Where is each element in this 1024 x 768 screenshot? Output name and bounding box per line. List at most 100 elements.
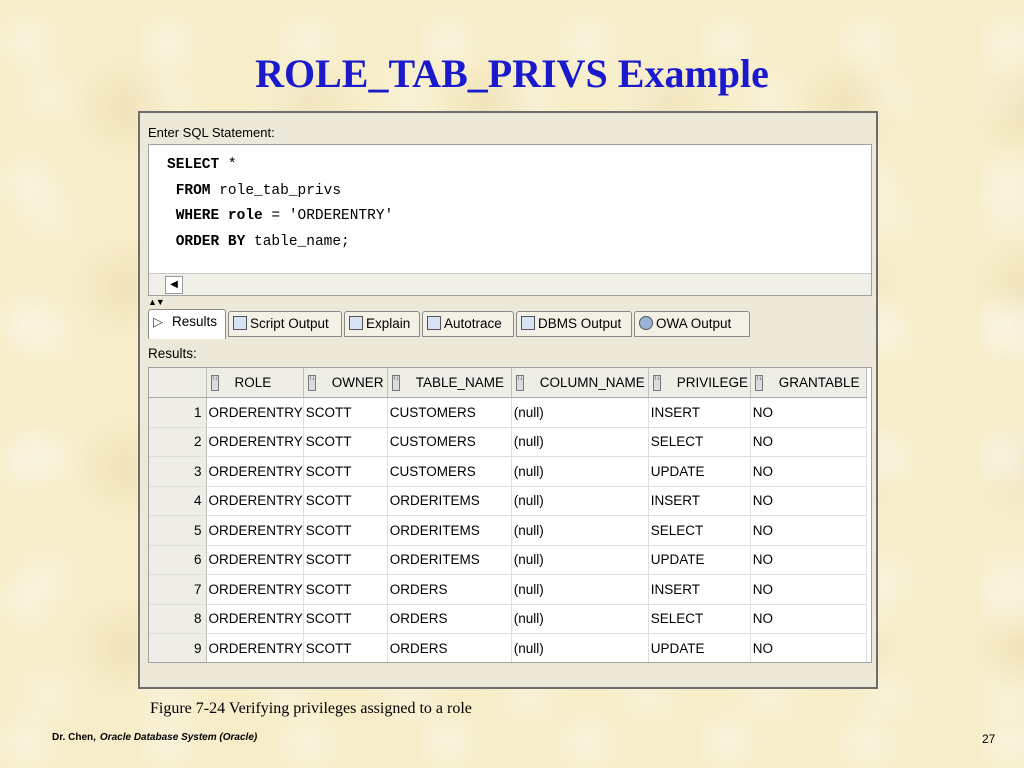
table-cell[interactable]: SELECT: [648, 427, 751, 457]
table-cell[interactable]: ORDERENTRY: [206, 545, 304, 575]
table-cell[interactable]: (null): [511, 604, 649, 634]
table-row[interactable]: 7 ORDERENTRY SCOTT ORDERS (null) INSERT NO: [149, 574, 867, 605]
table-cell[interactable]: SCOTT: [303, 456, 388, 487]
column-header[interactable]: ↑↓ GRANTABLE: [750, 368, 867, 398]
results-grid[interactable]: ↑↓ ROLE ↑↓ OWNER ↑↓ TABLE_NAME ↑↓ COLUMN_NAM…: [148, 367, 872, 663]
table-cell[interactable]: SELECT: [648, 515, 751, 546]
column-header[interactable]: ↑↓ ROLE: [206, 368, 304, 398]
table-cell[interactable]: CUSTOMERS: [387, 427, 512, 457]
table-row[interactable]: 9 ORDERENTRY SCOTT ORDERS (null) UPDATE NO: [149, 633, 867, 662]
table-cell[interactable]: (null): [511, 456, 649, 487]
table-cell[interactable]: NO: [750, 515, 867, 546]
table-cell[interactable]: SCOTT: [303, 427, 388, 457]
row-number[interactable]: 6: [149, 545, 207, 575]
sort-icon: ↑↓: [391, 374, 400, 391]
tab-script-output[interactable]: Script Output: [228, 311, 342, 337]
row-number[interactable]: 9: [149, 633, 207, 662]
table-cell[interactable]: NO: [750, 604, 867, 634]
table-cell[interactable]: ORDERENTRY: [206, 427, 304, 457]
table-cell[interactable]: NO: [750, 574, 867, 605]
table-cell[interactable]: (null): [511, 397, 649, 428]
sort-icon: ↑↓: [307, 374, 316, 391]
table-cell[interactable]: (null): [511, 633, 649, 662]
column-header[interactable]: ↑↓ COLUMN_NAME: [511, 368, 649, 398]
table-cell[interactable]: INSERT: [648, 397, 751, 428]
table-cell[interactable]: ORDERENTRY: [206, 397, 304, 428]
table-cell[interactable]: ORDERENTRY: [206, 604, 304, 634]
header-row: ↑↓ ROLE ↑↓ OWNER ↑↓ TABLE_NAME ↑↓ COLUMN_NAM…: [149, 368, 867, 398]
table-cell[interactable]: INSERT: [648, 574, 751, 605]
table-cell[interactable]: ORDERENTRY: [206, 515, 304, 546]
table-cell[interactable]: UPDATE: [648, 633, 751, 662]
table-cell[interactable]: ORDERITEMS: [387, 515, 512, 546]
table-cell[interactable]: SELECT: [648, 604, 751, 634]
table-row[interactable]: 8 ORDERENTRY SCOTT ORDERS (null) SELECT NO: [149, 604, 867, 634]
table-cell[interactable]: SCOTT: [303, 397, 388, 428]
table-cell[interactable]: (null): [511, 427, 649, 457]
table-row[interactable]: 5 ORDERENTRY SCOTT ORDERITEMS (null) SELECT NO: [149, 515, 867, 546]
splitter-arrows-icon[interactable]: ▲▼: [148, 297, 165, 307]
table-cell[interactable]: ORDERENTRY: [206, 574, 304, 605]
sort-icon: ↑↓: [515, 374, 524, 391]
column-header[interactable]: ↑↓ TABLE_NAME: [387, 368, 512, 398]
row-number[interactable]: 1: [149, 397, 207, 428]
sql-developer-window: Enter SQL Statement: SELECT * FROM role_…: [138, 111, 878, 689]
table-cell[interactable]: NO: [750, 456, 867, 487]
table-cell[interactable]: SCOTT: [303, 574, 388, 605]
table-cell[interactable]: SCOTT: [303, 604, 388, 634]
table-cell[interactable]: CUSTOMERS: [387, 456, 512, 487]
table-cell[interactable]: NO: [750, 486, 867, 516]
table-cell[interactable]: ORDERS: [387, 574, 512, 605]
scroll-left-icon[interactable]: ◀: [165, 276, 183, 294]
table-cell[interactable]: (null): [511, 545, 649, 575]
tab-autotrace[interactable]: Autotrace: [422, 311, 514, 337]
row-number[interactable]: 2: [149, 427, 207, 457]
tab-results[interactable]: ▷ Results: [148, 309, 226, 339]
sql-line: SELECT *: [167, 157, 237, 173]
sql-editor[interactable]: SELECT * FROM role_tab_privs WHERE role …: [148, 144, 872, 296]
tab-dbms-output[interactable]: DBMS Output: [516, 311, 632, 337]
table-cell[interactable]: ORDERS: [387, 633, 512, 662]
table-cell[interactable]: NO: [750, 397, 867, 428]
table-cell[interactable]: ORDERENTRY: [206, 486, 304, 516]
table-cell[interactable]: (null): [511, 515, 649, 546]
results-table: ↑↓ ROLE ↑↓ OWNER ↑↓ TABLE_NAME ↑↓ COLUMN_NAM…: [149, 368, 867, 662]
table-cell[interactable]: ORDERITEMS: [387, 486, 512, 516]
row-number[interactable]: 5: [149, 515, 207, 546]
table-cell[interactable]: ORDERENTRY: [206, 456, 304, 487]
table-cell[interactable]: INSERT: [648, 486, 751, 516]
table-cell[interactable]: UPDATE: [648, 456, 751, 487]
footer-credit: Dr. Chen, Oracle Database System (Oracle): [52, 732, 258, 743]
output-tabs: ▷ Results Script Output Explain Autotrace…: [148, 309, 872, 339]
tab-owa-output[interactable]: OWA Output: [634, 311, 750, 337]
table-cell[interactable]: ORDERS: [387, 604, 512, 634]
table-cell[interactable]: (null): [511, 574, 649, 605]
row-number[interactable]: 3: [149, 456, 207, 487]
column-header[interactable]: ↑↓ OWNER: [303, 368, 388, 398]
table-cell[interactable]: NO: [750, 545, 867, 575]
table-cell[interactable]: (null): [511, 486, 649, 516]
table-cell[interactable]: ORDERITEMS: [387, 545, 512, 575]
table-row[interactable]: 3 ORDERENTRY SCOTT CUSTOMERS (null) UPDATE NO: [149, 456, 867, 487]
row-number[interactable]: 8: [149, 604, 207, 634]
table-cell[interactable]: SCOTT: [303, 545, 388, 575]
row-number[interactable]: 7: [149, 574, 207, 605]
horizontal-scrollbar[interactable]: ◀: [149, 273, 871, 295]
column-header[interactable]: ↑↓ PRIVILEGE: [648, 368, 751, 398]
sql-code[interactable]: SELECT * FROM role_tab_privs WHERE role …: [167, 153, 393, 255]
table-row[interactable]: 4 ORDERENTRY SCOTT ORDERITEMS (null) INSERT NO: [149, 486, 867, 516]
table-row[interactable]: 1 ORDERENTRY SCOTT CUSTOMERS (null) INSERT NO: [149, 397, 867, 428]
table-cell[interactable]: CUSTOMERS: [387, 397, 512, 428]
sort-icon: ↑↓: [754, 374, 763, 391]
row-number[interactable]: 4: [149, 486, 207, 516]
table-row[interactable]: 6 ORDERENTRY SCOTT ORDERITEMS (null) UPDATE NO: [149, 545, 867, 575]
table-cell[interactable]: SCOTT: [303, 486, 388, 516]
table-cell[interactable]: NO: [750, 427, 867, 457]
tab-explain[interactable]: Explain: [344, 311, 420, 337]
table-row[interactable]: 2 ORDERENTRY SCOTT CUSTOMERS (null) SELECT NO: [149, 427, 867, 457]
table-cell[interactable]: UPDATE: [648, 545, 751, 575]
table-cell[interactable]: NO: [750, 633, 867, 662]
table-cell[interactable]: SCOTT: [303, 633, 388, 662]
table-cell[interactable]: ORDERENTRY: [206, 633, 304, 662]
table-cell[interactable]: SCOTT: [303, 515, 388, 546]
